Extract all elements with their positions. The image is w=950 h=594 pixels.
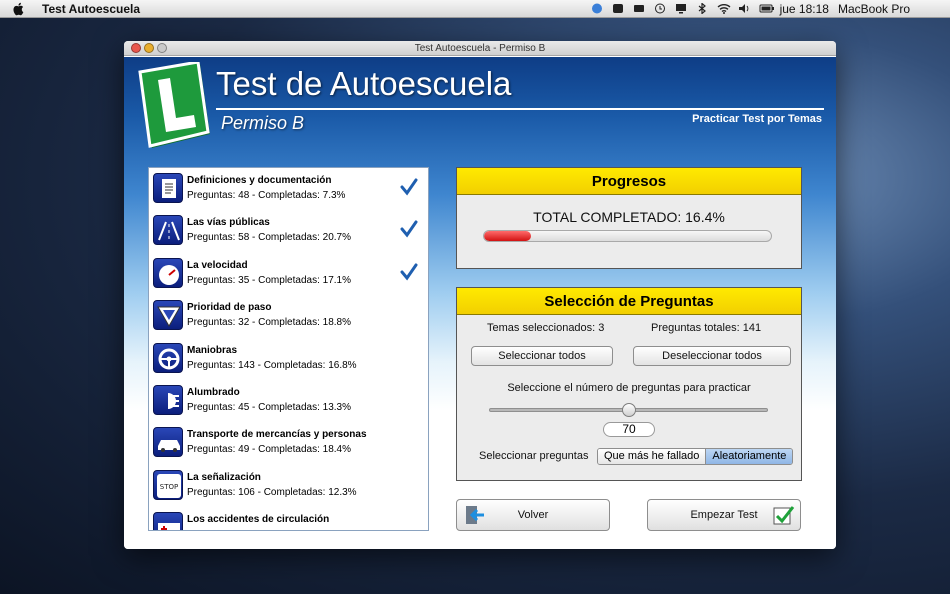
topic-name: Maniobras: [187, 344, 238, 356]
topic-name: Transporte de mercancías y personas: [187, 429, 367, 441]
header-divider: [216, 108, 824, 110]
progress-label: TOTAL COMPLETADO: 16.4%: [533, 209, 725, 225]
topic-item[interactable]: Definiciones y documentación Preguntas: 4…: [149, 168, 428, 210]
car-icon: [153, 427, 183, 458]
topic-stats: Preguntas: 35 - Completadas: 17.1%: [187, 274, 351, 286]
sync-icon[interactable]: [612, 3, 624, 14]
close-button[interactable]: [131, 43, 141, 53]
progress-header: Progresos: [457, 168, 801, 195]
topic-name: Los accidentes de circulación: [187, 514, 330, 526]
mode-most-failed-option[interactable]: Que más he fallado: [598, 449, 706, 464]
slider-knob[interactable]: [621, 403, 636, 417]
question-selection-panel: Selección de Preguntas Temas seleccionad…: [456, 287, 802, 481]
checkmark-icon[interactable]: [400, 178, 418, 196]
battery-widget-icon[interactable]: [633, 3, 645, 14]
topic-item[interactable]: Prioridad de paso Preguntas: 32 - Complet…: [149, 295, 428, 337]
topic-stats: Preguntas: 32 - Completadas: 18.8%: [187, 317, 351, 329]
main-content: Test de Autoescuela Permiso B Practicar …: [124, 57, 836, 549]
topic-item[interactable]: Alumbrado Preguntas: 45 - Completadas: 13…: [149, 380, 428, 422]
topic-name: Las vías públicas: [187, 217, 270, 229]
yield-sign-icon: [153, 300, 183, 331]
topic-item[interactable]: Transporte de mercancías y personas Pregu…: [149, 422, 428, 464]
slider-label: Seleccione el número de preguntas para p…: [507, 382, 751, 394]
minimize-button[interactable]: [144, 43, 154, 53]
deselect-all-button[interactable]: Deseleccionar todos: [633, 346, 791, 366]
svg-text:STOP: STOP: [160, 483, 178, 491]
headlight-icon: [153, 384, 183, 415]
volume-icon[interactable]: [738, 3, 750, 14]
learner-l-logo-icon: [136, 60, 214, 150]
back-arrow-icon: [465, 505, 485, 525]
topic-stats: Preguntas: 143 - Completadas: 16.8%: [187, 359, 357, 371]
battery-icon[interactable]: [759, 3, 774, 14]
mode-title: Practicar Test por Temas: [692, 113, 822, 125]
menubar-user[interactable]: MacBook Pro: [838, 2, 910, 16]
menu-bar: Test Autoescuela jue 18:18 MacBook Pro: [0, 0, 950, 18]
topic-stats: Preguntas: 58 - Completadas: 20.7%: [187, 232, 351, 244]
topic-name: La velocidad: [187, 259, 248, 271]
checkmark-icon[interactable]: [400, 220, 418, 238]
topic-stats: Preguntas: 49 - Completadas: 18.4%: [187, 444, 351, 456]
topic-item[interactable]: STOP La señalización Preguntas: 106 - Comp…: [149, 465, 428, 507]
steering-wheel-icon: [153, 342, 183, 373]
total-questions-text: Preguntas totales: 141: [651, 322, 762, 334]
topic-name: La señalización: [187, 471, 261, 483]
select-all-button[interactable]: Seleccionar todos: [471, 346, 613, 366]
menubar-app-name[interactable]: Test Autoescuela: [42, 2, 140, 16]
topic-stats: Preguntas: 106 - Completadas: 12.3%: [187, 486, 357, 498]
topic-name: Definiciones y documentación: [187, 175, 332, 186]
progress-panel: Progresos TOTAL COMPLETADO: 16.4%: [456, 167, 802, 269]
progress-bar-fill: [484, 231, 532, 241]
topic-item[interactable]: La velocidad Preguntas: 35 - Completadas:…: [149, 253, 428, 295]
back-button-label: Volver: [517, 509, 549, 521]
menubar-clock[interactable]: jue 18:18: [780, 2, 829, 16]
question-mode-segmented-control[interactable]: Que más he fallado Aleatoriamente: [597, 448, 794, 465]
app-window: Test Autoescuela - Permiso B Test de Aut…: [124, 41, 836, 549]
title-bar[interactable]: Test Autoescuela - Permiso B: [124, 41, 836, 56]
mode-random-option[interactable]: Aleatoriamente: [706, 449, 793, 464]
speedometer-icon: [153, 257, 183, 288]
progress-bar: [483, 230, 772, 242]
question-mode-label: Seleccionar preguntas: [479, 450, 589, 462]
topics-selected-text: Temas seleccionados: 3: [487, 322, 605, 334]
bluetooth-icon[interactable]: [696, 2, 708, 15]
question-count-field[interactable]: 70: [603, 422, 655, 437]
start-test-label: Empezar Test: [690, 509, 758, 521]
topic-item[interactable]: Maniobras Preguntas: 143 - Completadas: 1…: [149, 338, 428, 380]
start-test-button[interactable]: Empezar Test: [647, 499, 801, 531]
road-icon: [153, 215, 183, 246]
topic-stats: Preguntas: 45 - Completadas: 13.3%: [187, 401, 351, 413]
back-button[interactable]: Volver: [456, 499, 610, 531]
app-title: Test de Autoescuela: [216, 65, 512, 102]
check-box-icon: [772, 504, 796, 526]
ambulance-icon: [153, 512, 183, 530]
topic-name: Alumbrado: [187, 386, 240, 398]
apple-menu-icon[interactable]: [12, 2, 26, 16]
question-count-slider[interactable]: [489, 403, 768, 417]
topic-stats: Preguntas: 48 - Completadas: 7.3%: [187, 190, 346, 201]
selection-header: Selección de Preguntas: [457, 288, 801, 315]
time-machine-icon[interactable]: [654, 3, 666, 14]
dropbox-icon[interactable]: [591, 3, 603, 14]
window-title: Test Autoescuela - Permiso B: [414, 43, 546, 54]
checkmark-icon[interactable]: [400, 263, 418, 281]
stop-sign-icon: STOP: [153, 469, 183, 500]
wifi-icon[interactable]: [717, 3, 731, 14]
document-icon: [153, 173, 183, 203]
display-icon[interactable]: [675, 3, 687, 14]
topic-item[interactable]: Los accidentes de circulación: [149, 507, 428, 530]
topic-item[interactable]: Las vías públicas Preguntas: 58 - Complet…: [149, 210, 428, 252]
topic-name: Prioridad de paso: [187, 302, 272, 314]
zoom-button[interactable]: [157, 43, 167, 53]
app-subtitle: Permiso B: [221, 113, 305, 133]
topic-list[interactable]: Definiciones y documentación Preguntas: 4…: [148, 167, 429, 531]
